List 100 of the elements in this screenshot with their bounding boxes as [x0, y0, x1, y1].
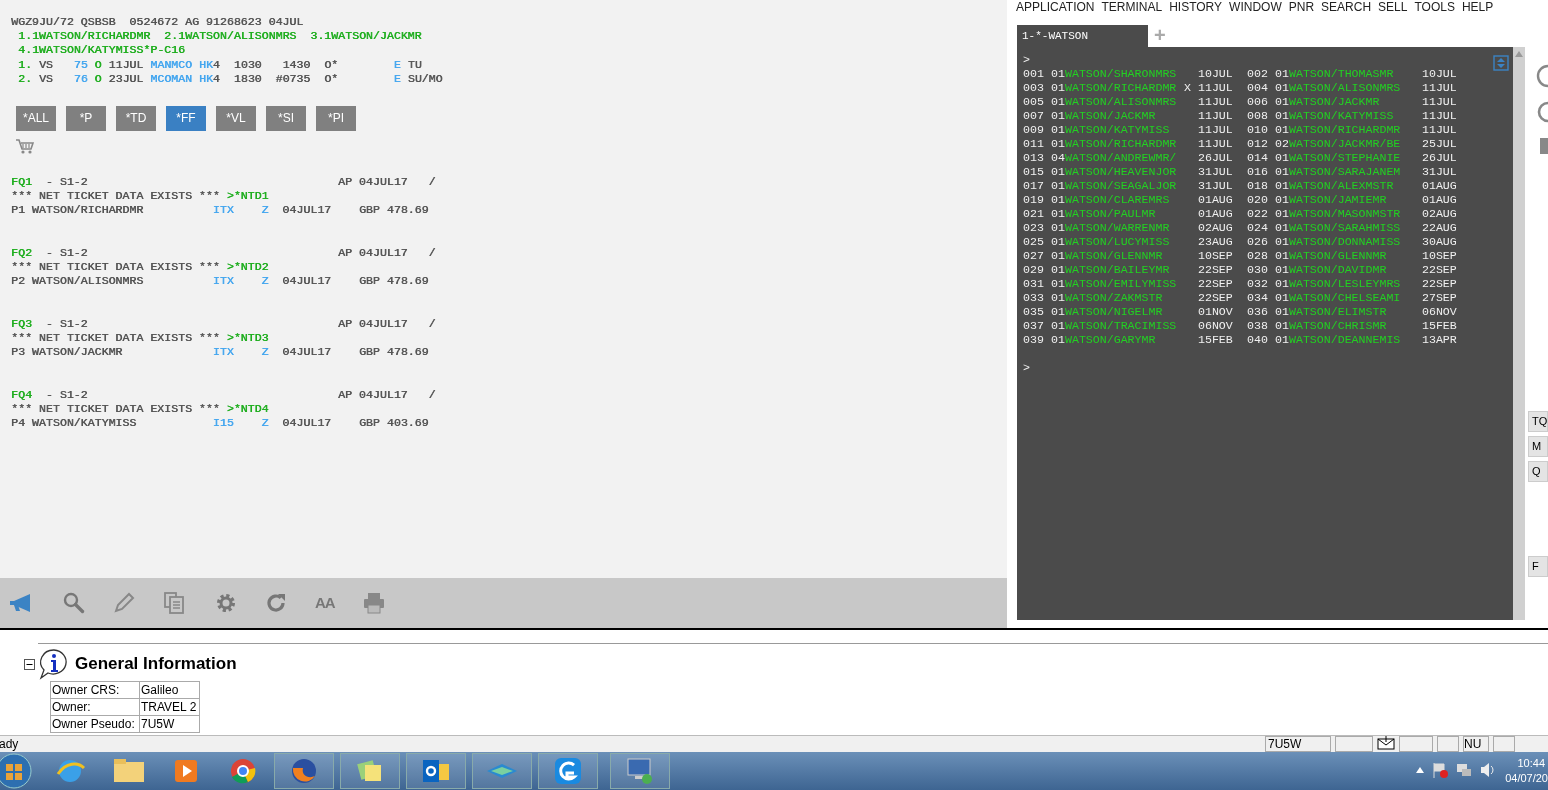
list-entry[interactable]: 009 01WATSON/KATYMISS 11JUL: [1023, 123, 1240, 137]
terminal-line: *** NET TICKET DATA EXISTS *** >*NTD2: [11, 260, 269, 275]
filter-button[interactable]: *PI: [316, 105, 356, 131]
filter-button[interactable]: *SI: [266, 105, 306, 131]
list-entry[interactable]: 004 01WATSON/ALISONMRS 11JUL: [1247, 81, 1464, 95]
copy-icon[interactable]: [163, 592, 187, 614]
list-entry[interactable]: 031 01WATSON/EMILYMISS 22SEP: [1023, 277, 1240, 291]
chrome-icon[interactable]: [228, 756, 258, 786]
remote-desktop-icon[interactable]: [625, 756, 655, 786]
cart-icon[interactable]: [16, 138, 34, 155]
menu-item[interactable]: WINDOW: [1229, 0, 1282, 14]
terminal-line: P3 WATSON/JACKMR ITX Z 04JUL17 GBP 478.69: [11, 345, 429, 360]
speaker-icon[interactable]: [1480, 762, 1496, 778]
status-cell: [1399, 736, 1433, 752]
terminal-line: WGZ9JU/72 QSBSB 0524672 AG 91268623 04JUL: [11, 15, 304, 30]
layers-icon[interactable]: [485, 761, 519, 781]
terminal-line: *** NET TICKET DATA EXISTS *** >*NTD1: [11, 189, 269, 204]
app-icon[interactable]: [553, 756, 583, 786]
menu-item[interactable]: APPLICATION: [1016, 0, 1095, 14]
list-entry[interactable]: 025 01WATSON/LUCYMISS 23AUG: [1023, 235, 1240, 249]
list-entry[interactable]: 020 01WATSON/JAMIEMR 01AUG: [1247, 193, 1464, 207]
scrollbar[interactable]: [1513, 47, 1525, 620]
list-entry[interactable]: 014 01WATSON/STEPHANIE 26JUL: [1247, 151, 1464, 165]
status-cell: [1335, 736, 1373, 752]
terminal-line: P2 WATSON/ALISONMRS ITX Z 04JUL17 GBP 478.69: [11, 274, 429, 289]
list-entry[interactable]: 036 01WATSON/ELIMSTR 06NOV: [1247, 305, 1464, 319]
fox-globe-icon[interactable]: [289, 756, 319, 786]
settings-icon[interactable]: [215, 592, 237, 614]
filter-button[interactable]: *VL: [216, 105, 256, 131]
tray-arrow-icon[interactable]: [1416, 767, 1424, 773]
terminal-line: *** NET TICKET DATA EXISTS *** >*NTD4: [11, 402, 269, 417]
list-entry[interactable]: 039 01WATSON/GARYMR 15FEB: [1023, 333, 1240, 347]
terminal-line: 1. VS 75 O 11JUL MANMCO HK4 1030 1430 O* E TU: [17, 57, 422, 72]
list-entry[interactable]: 030 01WATSON/DAVIDMR 22SEP: [1247, 263, 1464, 277]
list-entry[interactable]: 034 01WATSON/CHELSEAMI 27SEP: [1247, 291, 1464, 305]
list-entry[interactable]: 024 01WATSON/SARAHMISS 22AUG: [1247, 221, 1464, 235]
terminal-line: 1.1WATSON/RICHARDMR 2.1WATSON/ALISONMRS 3.1WATSON/JACKMR: [17, 29, 422, 44]
list-entry[interactable]: 026 01WATSON/DONNAMISS 30AUG: [1247, 235, 1464, 249]
filter-button[interactable]: *TD: [116, 105, 156, 131]
list-entry[interactable]: 016 01WATSON/SARAJANEM 31JUL: [1247, 165, 1464, 179]
menu-item[interactable]: SELL: [1378, 0, 1408, 14]
list-entry[interactable]: 008 01WATSON/KATYMISS 11JUL: [1247, 109, 1464, 123]
list-entry[interactable]: 005 01WATSON/ALISONMRS 11JUL: [1023, 95, 1240, 109]
menu-item[interactable]: SEARCH: [1321, 0, 1372, 14]
filter-button[interactable]: *FF: [166, 105, 206, 131]
list-entry[interactable]: 017 01WATSON/SEAGALJOR 31JUL: [1023, 179, 1240, 193]
list-entry[interactable]: 040 01WATSON/DEANNEMIS 13APR: [1247, 333, 1464, 347]
side-button[interactable]: Q: [1528, 461, 1548, 482]
list-entry[interactable]: 027 01WATSON/GLENNMR 10SEP: [1023, 249, 1240, 263]
list-entry[interactable]: 029 01WATSON/BAILEYMR 22SEP: [1023, 263, 1240, 277]
list-entry[interactable]: 018 01WATSON/ALEXMSTR 01AUG: [1247, 179, 1464, 193]
list-entry[interactable]: 019 01WATSON/CLAREMRS 01AUG: [1023, 193, 1240, 207]
list-entry[interactable]: 028 01WATSON/GLENNMR 10SEP: [1247, 249, 1464, 263]
list-entry[interactable]: 022 01WATSON/MASONMSTR 02AUG: [1247, 207, 1464, 221]
menu-item[interactable]: TOOLS: [1414, 0, 1455, 14]
list-entry[interactable]: 033 01WATSON/ZAKMSTR 22SEP: [1023, 291, 1240, 305]
list-entry[interactable]: 013 04WATSON/ANDREWMR/ 26JUL: [1023, 151, 1240, 165]
side-button[interactable]: M: [1528, 436, 1548, 457]
list-entry[interactable]: 010 01WATSON/RICHARDMR 11JUL: [1247, 123, 1464, 137]
terminal-line: P1 WATSON/RICHARDMR ITX Z 04JUL17 GBP 478.69: [11, 203, 429, 218]
list-entry[interactable]: 015 01WATSON/HEAVENJOR 31JUL: [1023, 165, 1240, 179]
menu-item[interactable]: HELP: [1461, 0, 1494, 14]
list-entry[interactable]: 023 01WATSON/WARRENMR 02AUG: [1023, 221, 1240, 235]
list-entry[interactable]: 011 01WATSON/RICHARDMR 11JUL: [1023, 137, 1240, 151]
terminal-line: FQ3 - S1-2 AP 04JUL17 /: [11, 316, 436, 332]
flag-icon[interactable]: [1432, 762, 1448, 778]
list-entry[interactable]: 001 01WATSON/SHARONMRS 10JUL: [1023, 67, 1240, 81]
list-entry[interactable]: 002 01WATSON/THOMASMR 10JUL: [1247, 67, 1464, 81]
terminal-tab[interactable]: 1-*-WATSON: [1017, 25, 1148, 47]
clock-date[interactable]: 04/07/20: [1505, 771, 1548, 786]
menu-item[interactable]: TERMINAL: [1101, 0, 1163, 14]
start-orb-icon[interactable]: [0, 753, 32, 789]
list-entry[interactable]: 007 01WATSON/JACKMR 11JUL: [1023, 109, 1240, 123]
list-entry[interactable]: 012 02WATSON/JACKMR/BE 25JUL: [1247, 137, 1464, 151]
search-icon[interactable]: [63, 592, 85, 614]
expand-collapse-icon[interactable]: [1493, 55, 1509, 71]
list-entry[interactable]: 032 01WATSON/LESLEYMRS 22SEP: [1247, 277, 1464, 291]
list-entry[interactable]: 038 01WATSON/CHRISMR 15FEB: [1247, 319, 1464, 333]
scroll-up-icon[interactable]: [1515, 51, 1523, 57]
menu-item[interactable]: HISTORY: [1169, 0, 1223, 14]
filter-button[interactable]: *ALL: [16, 105, 56, 131]
command-prompt: >: [1023, 53, 1030, 67]
table-cell: 7U5W: [139, 715, 200, 733]
side-button[interactable]: F: [1528, 556, 1548, 577]
terminal-line: P4 WATSON/KATYMISS I15 Z 04JUL17 GBP 403.69: [11, 416, 429, 431]
table-cell: Galileo: [139, 681, 200, 699]
status-cell: 7U5W: [1265, 736, 1331, 752]
network-icon[interactable]: [1456, 762, 1472, 778]
menu-item[interactable]: PNR: [1288, 0, 1315, 14]
list-entry[interactable]: 021 01WATSON/PAULMR 01AUG: [1023, 207, 1240, 221]
side-button[interactable]: TQ: [1528, 411, 1548, 432]
list-entry[interactable]: 035 01WATSON/NIGELMR 01NOV: [1023, 305, 1240, 319]
list-entry[interactable]: 003 01WATSON/RICHARDMR X 11JUL: [1023, 81, 1240, 95]
filter-button[interactable]: *P: [66, 105, 106, 131]
collapse-icon[interactable]: [24, 658, 35, 670]
list-entry[interactable]: 037 01WATSON/TRACIMISS 06NOV: [1023, 319, 1240, 333]
pencil-icon[interactable]: [113, 592, 135, 614]
list-entry[interactable]: 006 01WATSON/JACKMR 11JUL: [1247, 95, 1464, 109]
clock-time[interactable]: 10:44: [1517, 756, 1548, 771]
terminal-line: 2. VS 76 O 23JUL MCOMAN HK4 1830 #0735 O* E SU/MO: [17, 71, 443, 86]
